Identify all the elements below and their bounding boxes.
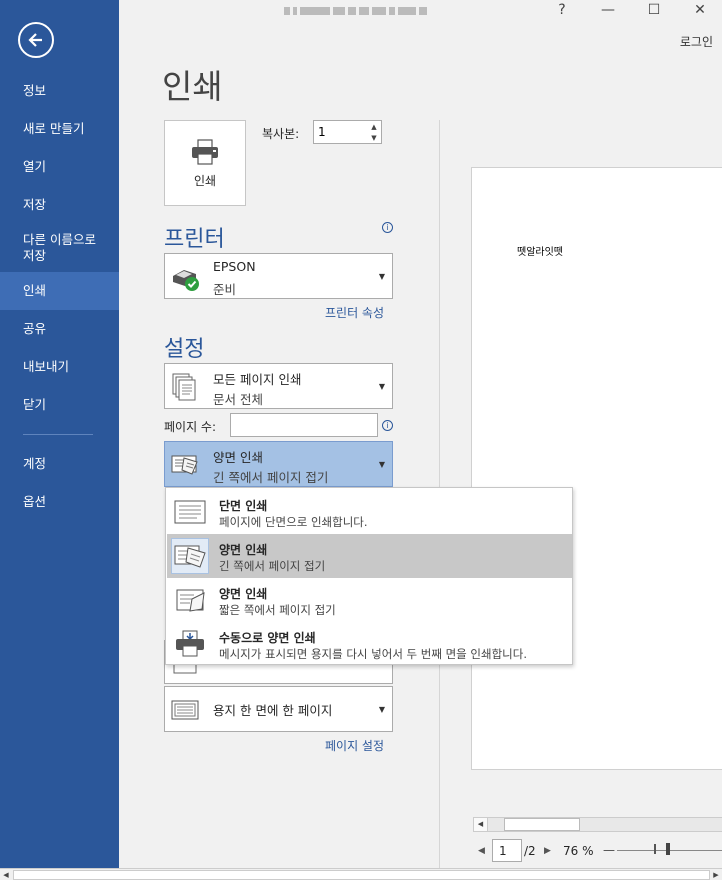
zoom-slider-thumb[interactable]	[666, 843, 670, 855]
duplex-option-short-edge[interactable]: 양면 인쇄 짧은 쪽에서 페이지 접기	[167, 578, 572, 622]
print-preview-page: 뗏알라잇뗏	[471, 167, 722, 770]
back-button[interactable]	[18, 22, 54, 58]
page-title: 인쇄	[162, 67, 223, 106]
print-range-subtitle: 문서 전체	[213, 392, 263, 407]
duplex-short-edge-icon	[171, 582, 209, 618]
zoom-slider-tick	[654, 844, 656, 854]
copies-label: 복사본:	[262, 127, 300, 141]
printer-section-title: 프린터	[164, 227, 225, 252]
print-button-label: 인쇄	[193, 173, 217, 188]
zoom-level[interactable]: 76 %	[563, 844, 594, 858]
printer-dropdown[interactable]: EPSON 준비 ▼	[164, 253, 393, 299]
chevron-down-icon: ▼	[378, 272, 385, 281]
preview-text: 뗏알라잇뗏	[517, 247, 563, 258]
backstage-sidebar: 정보 새로 만들기 열기 저장 다른 이름으로 저장 인쇄 공유 내보내기 닫기…	[0, 0, 119, 868]
scroll-track[interactable]	[13, 870, 710, 880]
manual-duplex-printer-icon	[171, 626, 209, 662]
sidebar-divider	[23, 434, 93, 435]
printer-icon	[192, 138, 218, 165]
duplex-dropdown[interactable]: 양면 인쇄 긴 쪽에서 페이지 접기 ▼	[164, 441, 393, 487]
scroll-left-icon[interactable]: ◀	[0, 869, 12, 880]
sidebar-item-share[interactable]: 공유	[0, 310, 119, 348]
printer-info-icon[interactable]: i	[382, 222, 393, 233]
sidebar-item-account[interactable]: 계정	[0, 445, 119, 483]
preview-horizontal-scrollbar[interactable]: ◀	[473, 817, 722, 832]
option-desc: 짧은 쪽에서 페이지 접기	[219, 603, 336, 617]
print-range-title: 모든 페이지 인쇄	[213, 372, 302, 387]
sidebar-item-save-as[interactable]: 다른 이름으로 저장	[0, 224, 104, 272]
login-link[interactable]: 로그인	[680, 33, 713, 50]
duplex-option-manual[interactable]: 수동으로 양면 인쇄 메시지가 표시되면 용지를 다시 넣어서 두 번째 면을 …	[167, 622, 572, 666]
pages-info-icon[interactable]: i	[382, 420, 393, 431]
pages-input[interactable]	[230, 413, 378, 437]
copies-stepper[interactable]: ▲ ▼	[313, 120, 382, 144]
duplex-option-single[interactable]: 단면 인쇄 페이지에 단면으로 인쇄합니다.	[167, 490, 572, 534]
duplex-subtitle: 긴 쪽에서 페이지 접기	[213, 470, 329, 485]
duplex-title: 양면 인쇄	[213, 450, 263, 465]
maximize-button[interactable]: ☐	[644, 2, 664, 18]
copies-up-icon[interactable]: ▲	[369, 122, 379, 132]
duplex-long-edge-icon	[171, 455, 198, 475]
total-pages: /2	[524, 844, 536, 858]
duplex-option-long-edge[interactable]: 양면 인쇄 긴 쪽에서 페이지 접기	[167, 534, 572, 578]
option-title: 양면 인쇄	[219, 543, 268, 557]
zoom-out-icon[interactable]: —	[603, 843, 615, 857]
sidebar-item-info[interactable]: 정보	[0, 72, 119, 110]
help-button[interactable]: ?	[552, 2, 572, 18]
printer-ready-icon	[173, 270, 199, 291]
one-page-per-sheet-icon	[171, 700, 199, 720]
sidebar-item-print[interactable]: 인쇄	[0, 272, 119, 310]
option-title: 단면 인쇄	[219, 499, 268, 513]
duplex-menu: 단면 인쇄 페이지에 단면으로 인쇄합니다. 양면 인쇄 긴 쪽에서 페이지 접…	[165, 487, 573, 665]
print-range-dropdown[interactable]: 모든 페이지 인쇄 문서 전체 ▼	[164, 363, 393, 409]
back-arrow-icon	[28, 33, 42, 47]
sidebar-item-open[interactable]: 열기	[0, 148, 119, 186]
chevron-down-icon: ▼	[378, 460, 385, 469]
chevron-down-icon: ▼	[378, 382, 385, 391]
previous-page-icon[interactable]: ◀	[478, 846, 485, 856]
sidebar-item-export[interactable]: 내보내기	[0, 348, 119, 386]
printer-name: EPSON	[213, 259, 256, 274]
all-pages-icon	[172, 373, 196, 401]
pages-per-sheet-label: 용지 한 면에 한 페이지	[213, 703, 333, 718]
printer-properties-link[interactable]: 프린터 속성	[325, 304, 384, 321]
scroll-right-icon[interactable]: ▶	[710, 869, 722, 880]
pages-label: 페이지 수:	[164, 420, 217, 434]
minimize-button[interactable]: —	[598, 2, 618, 18]
sidebar-item-save[interactable]: 저장	[0, 186, 119, 224]
scroll-left-icon[interactable]: ◀	[474, 818, 488, 831]
copies-down-icon[interactable]: ▼	[369, 133, 379, 143]
current-page-input[interactable]: 1	[492, 839, 522, 862]
sidebar-item-close[interactable]: 닫기	[0, 386, 119, 424]
next-page-icon[interactable]: ▶	[544, 846, 551, 856]
option-desc: 페이지에 단면으로 인쇄합니다.	[219, 515, 368, 529]
window-horizontal-scrollbar[interactable]: ◀ ▶	[0, 868, 722, 880]
sidebar-item-new[interactable]: 새로 만들기	[0, 110, 119, 148]
sidebar-nav: 정보 새로 만들기 열기 저장 다른 이름으로 저장 인쇄 공유 내보내기 닫기…	[0, 72, 119, 521]
print-button[interactable]: 인쇄	[164, 120, 246, 206]
pages-per-sheet-dropdown[interactable]: 용지 한 면에 한 페이지 ▼	[164, 686, 393, 732]
printer-status: 준비	[213, 282, 237, 297]
settings-section-title: 설정	[164, 337, 205, 362]
option-title: 수동으로 양면 인쇄	[219, 631, 316, 645]
copies-input[interactable]	[314, 121, 364, 143]
option-title: 양면 인쇄	[219, 587, 268, 601]
page-setup-link[interactable]: 페이지 설정	[325, 737, 384, 754]
duplex-long-edge-icon	[171, 538, 209, 574]
window-title-redacted	[284, 4, 448, 18]
sidebar-item-options[interactable]: 옵션	[0, 483, 119, 521]
single-sided-icon	[171, 494, 209, 530]
option-desc: 긴 쪽에서 페이지 접기	[219, 559, 326, 573]
close-button[interactable]: ✕	[690, 2, 710, 18]
option-desc: 메시지가 표시되면 용지를 다시 넣어서 두 번째 면을 인쇄합니다.	[219, 647, 527, 661]
chevron-down-icon: ▼	[378, 705, 385, 714]
scroll-thumb[interactable]	[504, 818, 580, 831]
